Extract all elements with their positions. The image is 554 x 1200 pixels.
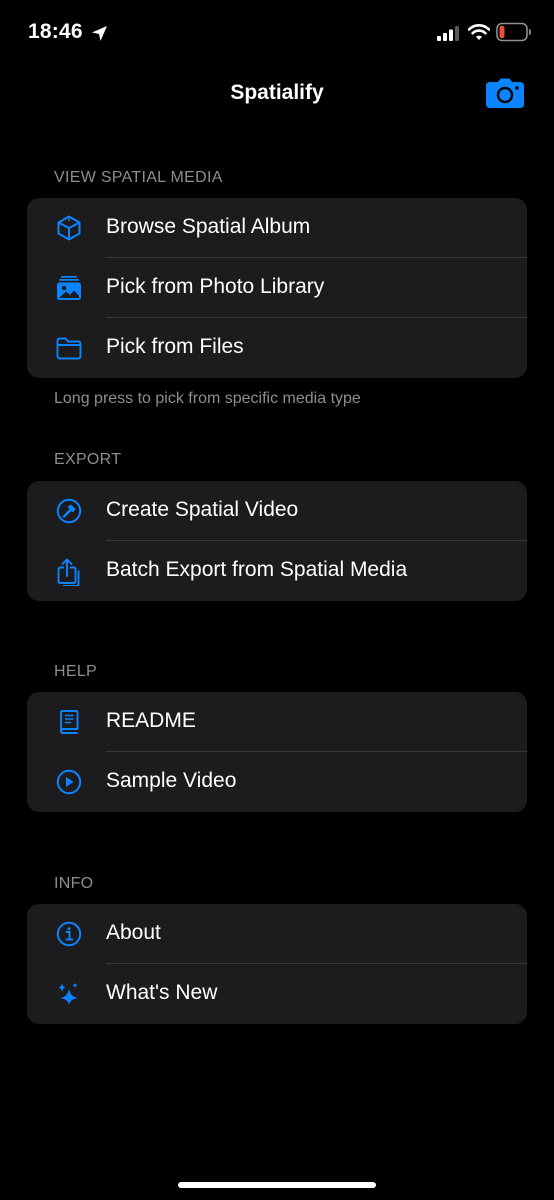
batch-export-row[interactable]: Batch Export from Spatial Media bbox=[27, 541, 527, 601]
readme-row[interactable]: README bbox=[27, 692, 527, 752]
row-label: About bbox=[106, 921, 161, 944]
cube-icon bbox=[57, 215, 81, 241]
section-header-view-spatial-media: VIEW SPATIAL MEDIA bbox=[54, 169, 223, 186]
view-spatial-media-group: Browse Spatial Album Pick from Photo Lib… bbox=[27, 198, 527, 378]
page-title: Spatialify bbox=[230, 81, 324, 104]
row-label: Create Spatial Video bbox=[106, 498, 299, 521]
info-group: About What's New bbox=[27, 904, 527, 1024]
section-header-info: INFO bbox=[54, 875, 94, 892]
sparkles-icon bbox=[58, 982, 78, 1005]
info-circle-icon bbox=[56, 921, 82, 947]
section-header-export: EXPORT bbox=[54, 451, 122, 468]
row-label: README bbox=[106, 709, 196, 732]
home-indicator[interactable] bbox=[178, 1182, 376, 1188]
play-circle-icon bbox=[56, 769, 82, 795]
sample-video-row[interactable]: Sample Video bbox=[27, 752, 527, 812]
section-footer-hint: Long press to pick from specific media t… bbox=[54, 390, 361, 407]
help-group: README Sample Video bbox=[27, 692, 527, 812]
hammer-circle-icon bbox=[56, 498, 82, 524]
camera-icon[interactable] bbox=[486, 78, 524, 108]
section-header-help: HELP bbox=[54, 663, 97, 680]
row-label: What's New bbox=[106, 981, 218, 1004]
battery-low-icon bbox=[496, 22, 531, 42]
export-group: Create Spatial Video Batch Export from S… bbox=[27, 481, 527, 601]
share-stack-icon bbox=[57, 558, 80, 586]
pick-from-photo-library-row[interactable]: Pick from Photo Library bbox=[27, 258, 527, 318]
book-icon bbox=[60, 710, 79, 734]
row-label: Batch Export from Spatial Media bbox=[106, 558, 408, 581]
wifi-icon bbox=[468, 24, 490, 40]
row-label: Browse Spatial Album bbox=[106, 215, 311, 238]
pick-from-files-row[interactable]: Pick from Files bbox=[27, 318, 527, 378]
row-label: Pick from Photo Library bbox=[106, 275, 325, 298]
create-spatial-video-row[interactable]: Create Spatial Video bbox=[27, 481, 527, 541]
row-label: Sample Video bbox=[106, 769, 237, 792]
about-row[interactable]: About bbox=[27, 904, 527, 964]
row-label: Pick from Files bbox=[106, 335, 244, 358]
status-bar: 18:46 bbox=[0, 0, 554, 66]
browse-spatial-album-row[interactable]: Browse Spatial Album bbox=[27, 198, 527, 258]
photo-stack-icon bbox=[57, 276, 81, 300]
status-time: 18:46 bbox=[28, 20, 83, 43]
cellular-signal-icon bbox=[437, 26, 459, 41]
location-arrow-icon bbox=[92, 26, 107, 41]
folder-icon bbox=[56, 337, 82, 360]
whats-new-row[interactable]: What's New bbox=[27, 964, 527, 1024]
